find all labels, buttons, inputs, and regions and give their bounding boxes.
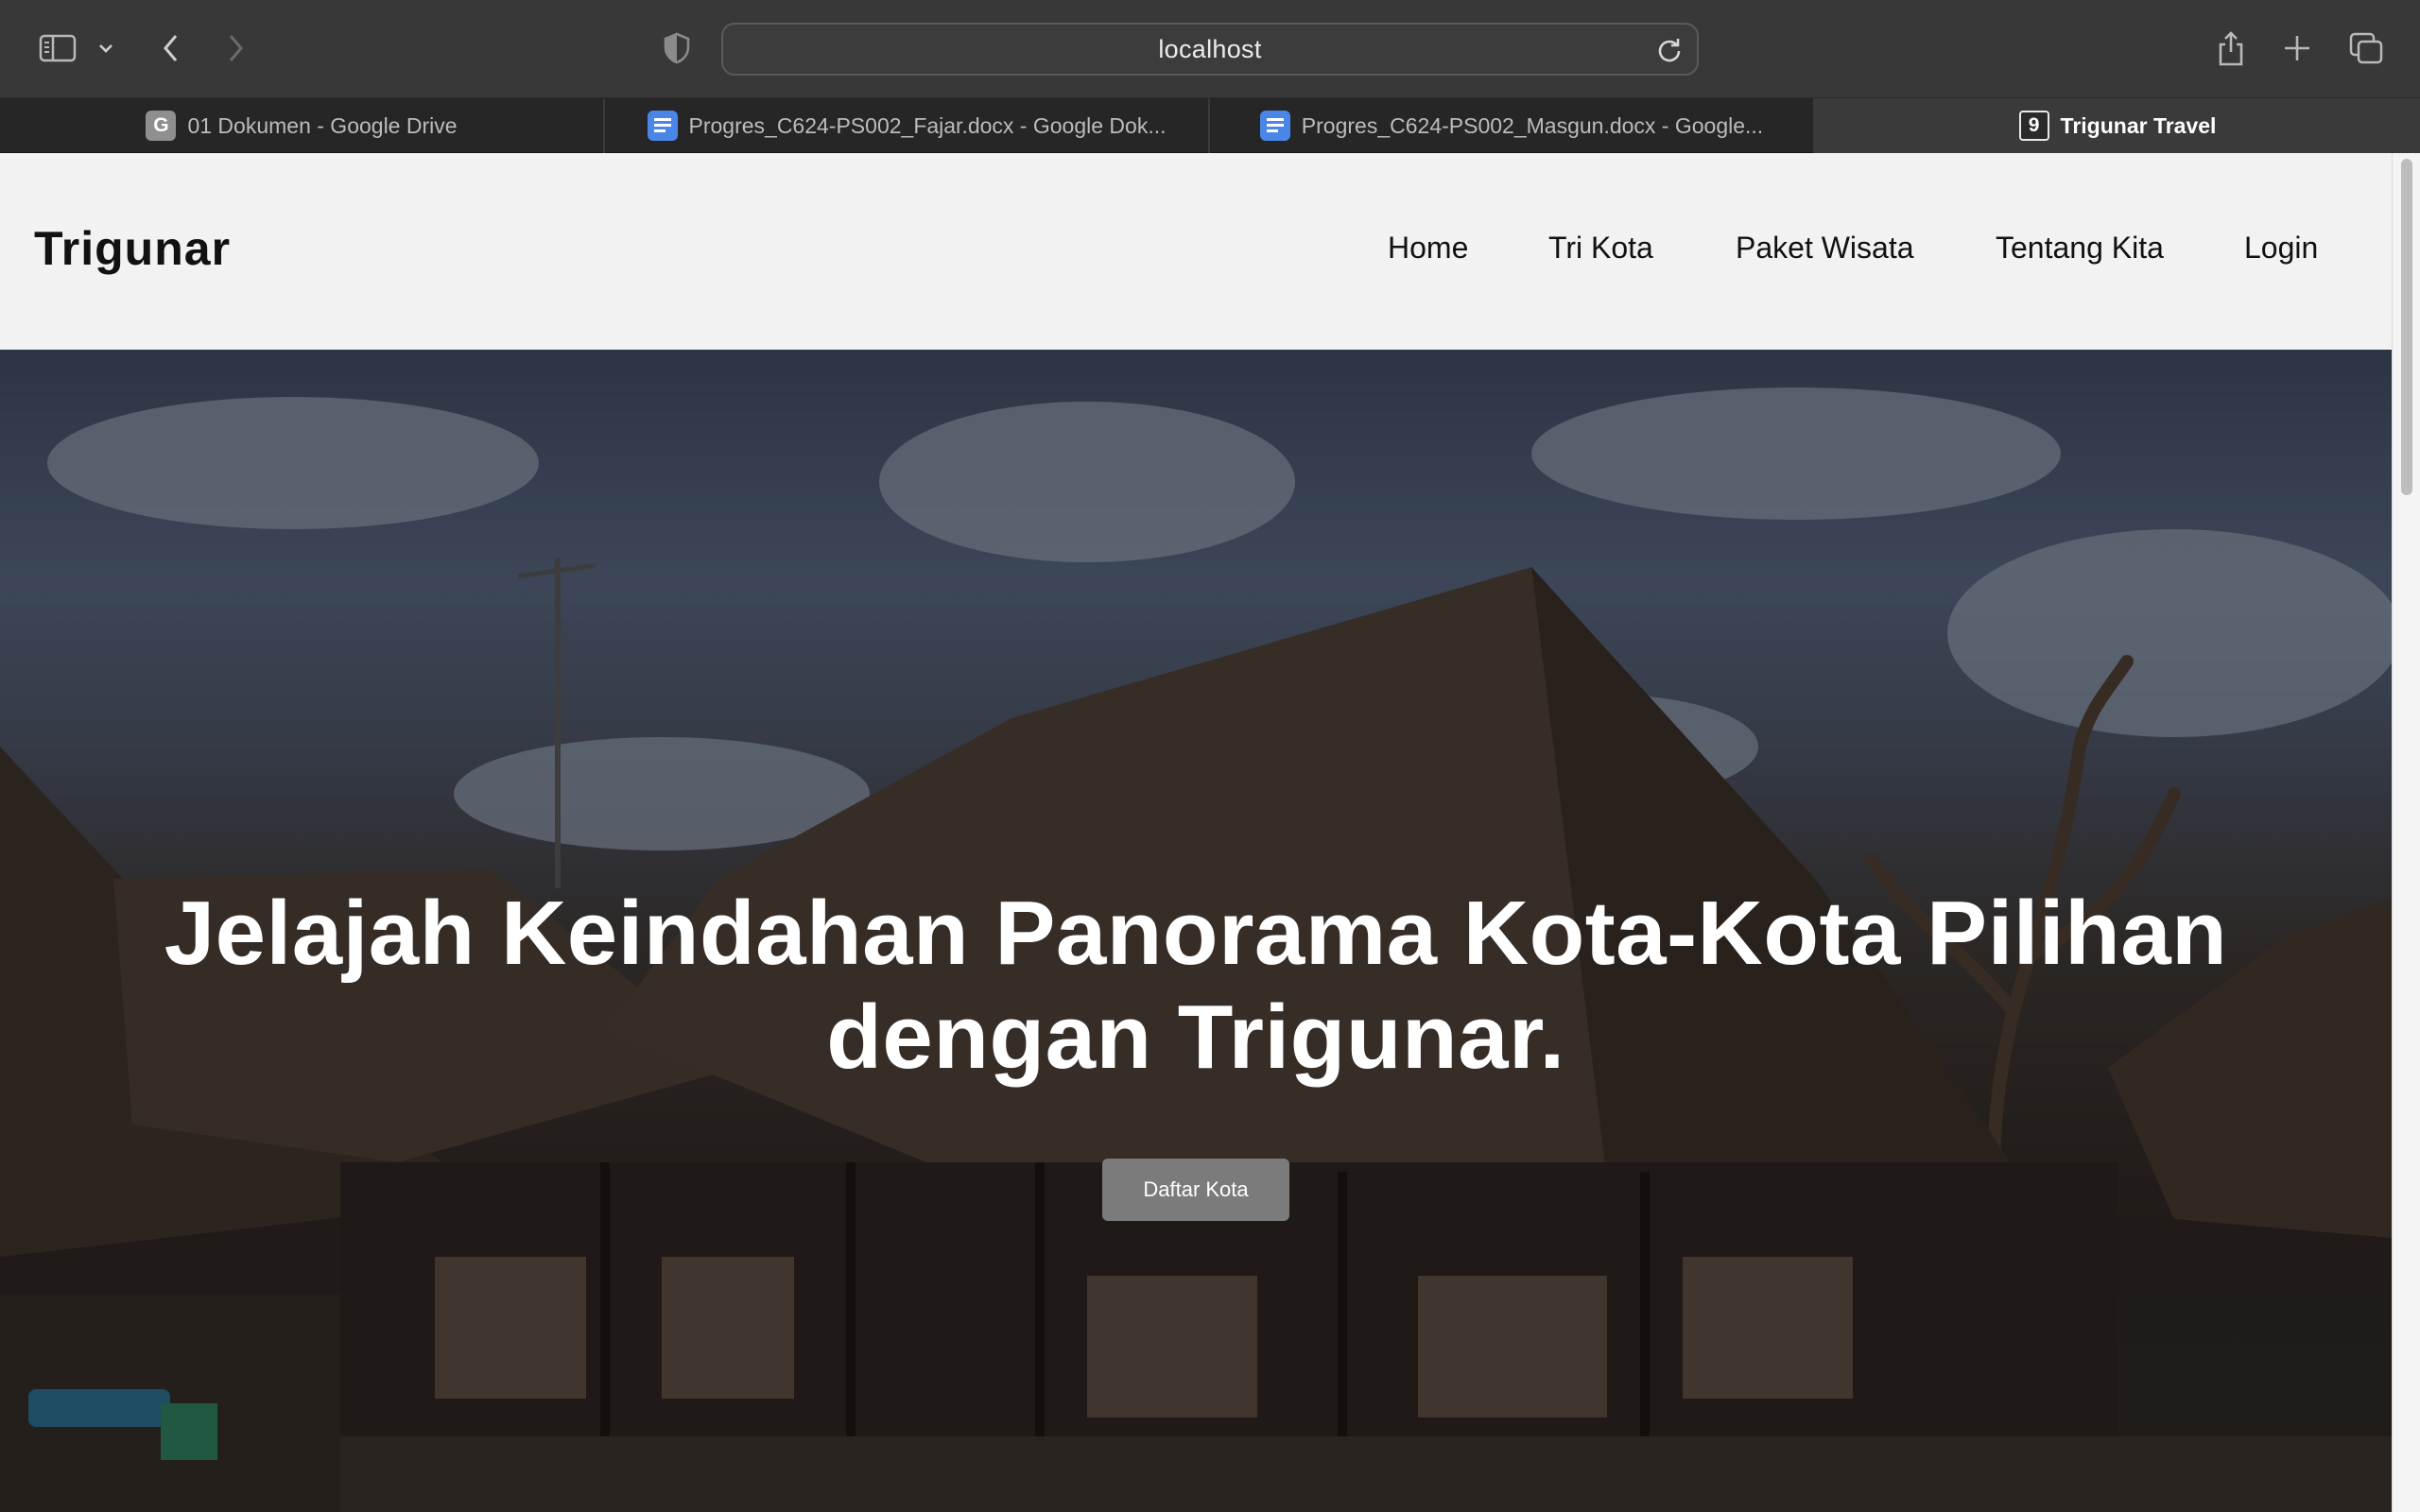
sidebar-toggle-icon[interactable] (34, 25, 81, 72)
url-text: localhost (1158, 34, 1262, 63)
tab-google-drive[interactable]: G 01 Dokumen - Google Drive (0, 98, 605, 153)
tab-trigunar-travel[interactable]: 9 Trigunar Travel (1815, 98, 2420, 153)
address-bar[interactable]: localhost (721, 23, 1699, 76)
forward-icon[interactable] (214, 25, 257, 72)
tab-progres-masgun[interactable]: Progres_C624-PS002_Masgun.docx - Google.… (1210, 98, 1815, 153)
scrollbar-thumb[interactable] (2401, 159, 2412, 495)
google-docs-icon (647, 111, 678, 141)
chevron-down-icon[interactable] (93, 25, 119, 72)
tab-title: Progres_C624-PS002_Fajar.docx - Google D… (688, 112, 1167, 138)
page-scrollbar[interactable] (2392, 153, 2420, 1512)
nav-login[interactable]: Login (2244, 231, 2318, 266)
tab-title: 01 Dokumen - Google Drive (187, 112, 458, 138)
nav-tentang-kita[interactable]: Tentang Kita (1996, 231, 2164, 266)
trigunar-favicon-icon: 9 (2018, 111, 2049, 141)
google-docs-icon (1259, 111, 1290, 141)
hero-title-line-2: dengan Trigunar. (826, 987, 1565, 1088)
back-icon[interactable] (149, 25, 193, 72)
tab-bar: G 01 Dokumen - Google Drive Progres_C624… (0, 98, 2420, 153)
site-brand[interactable]: Trigunar (34, 221, 231, 276)
privacy-shield-icon[interactable] (658, 25, 696, 72)
nav-home[interactable]: Home (1388, 231, 1468, 266)
browser-toolbar: localhost (0, 0, 2420, 98)
share-icon[interactable] (2212, 25, 2250, 72)
tab-title: Progres_C624-PS002_Masgun.docx - Google.… (1301, 112, 1764, 138)
hero-section: Jelajah Keindahan Panorama Kota-Kota Pil… (0, 350, 2392, 1512)
nav-paket-wisata[interactable]: Paket Wisata (1736, 231, 1914, 266)
tab-progres-fajar[interactable]: Progres_C624-PS002_Fajar.docx - Google D… (605, 98, 1210, 153)
tab-title: Trigunar Travel (2060, 112, 2217, 138)
new-tab-icon[interactable] (2278, 25, 2316, 72)
page-viewport: Trigunar Home Tri Kota Paket Wisata Tent… (0, 153, 2420, 1512)
google-drive-favicon-icon: G (146, 111, 177, 141)
daftar-kota-button[interactable]: Daftar Kota (1102, 1159, 1289, 1221)
site-navbar: Trigunar Home Tri Kota Paket Wisata Tent… (0, 153, 2392, 350)
tab-overview-icon[interactable] (2344, 25, 2388, 72)
hero-title: Jelajah Keindahan Panorama Kota-Kota Pil… (0, 882, 2392, 1090)
nav-tri-kota[interactable]: Tri Kota (1548, 231, 1653, 266)
hero-title-line-1: Jelajah Keindahan Panorama Kota-Kota Pil… (164, 883, 2228, 984)
reload-icon[interactable] (1655, 35, 1684, 63)
